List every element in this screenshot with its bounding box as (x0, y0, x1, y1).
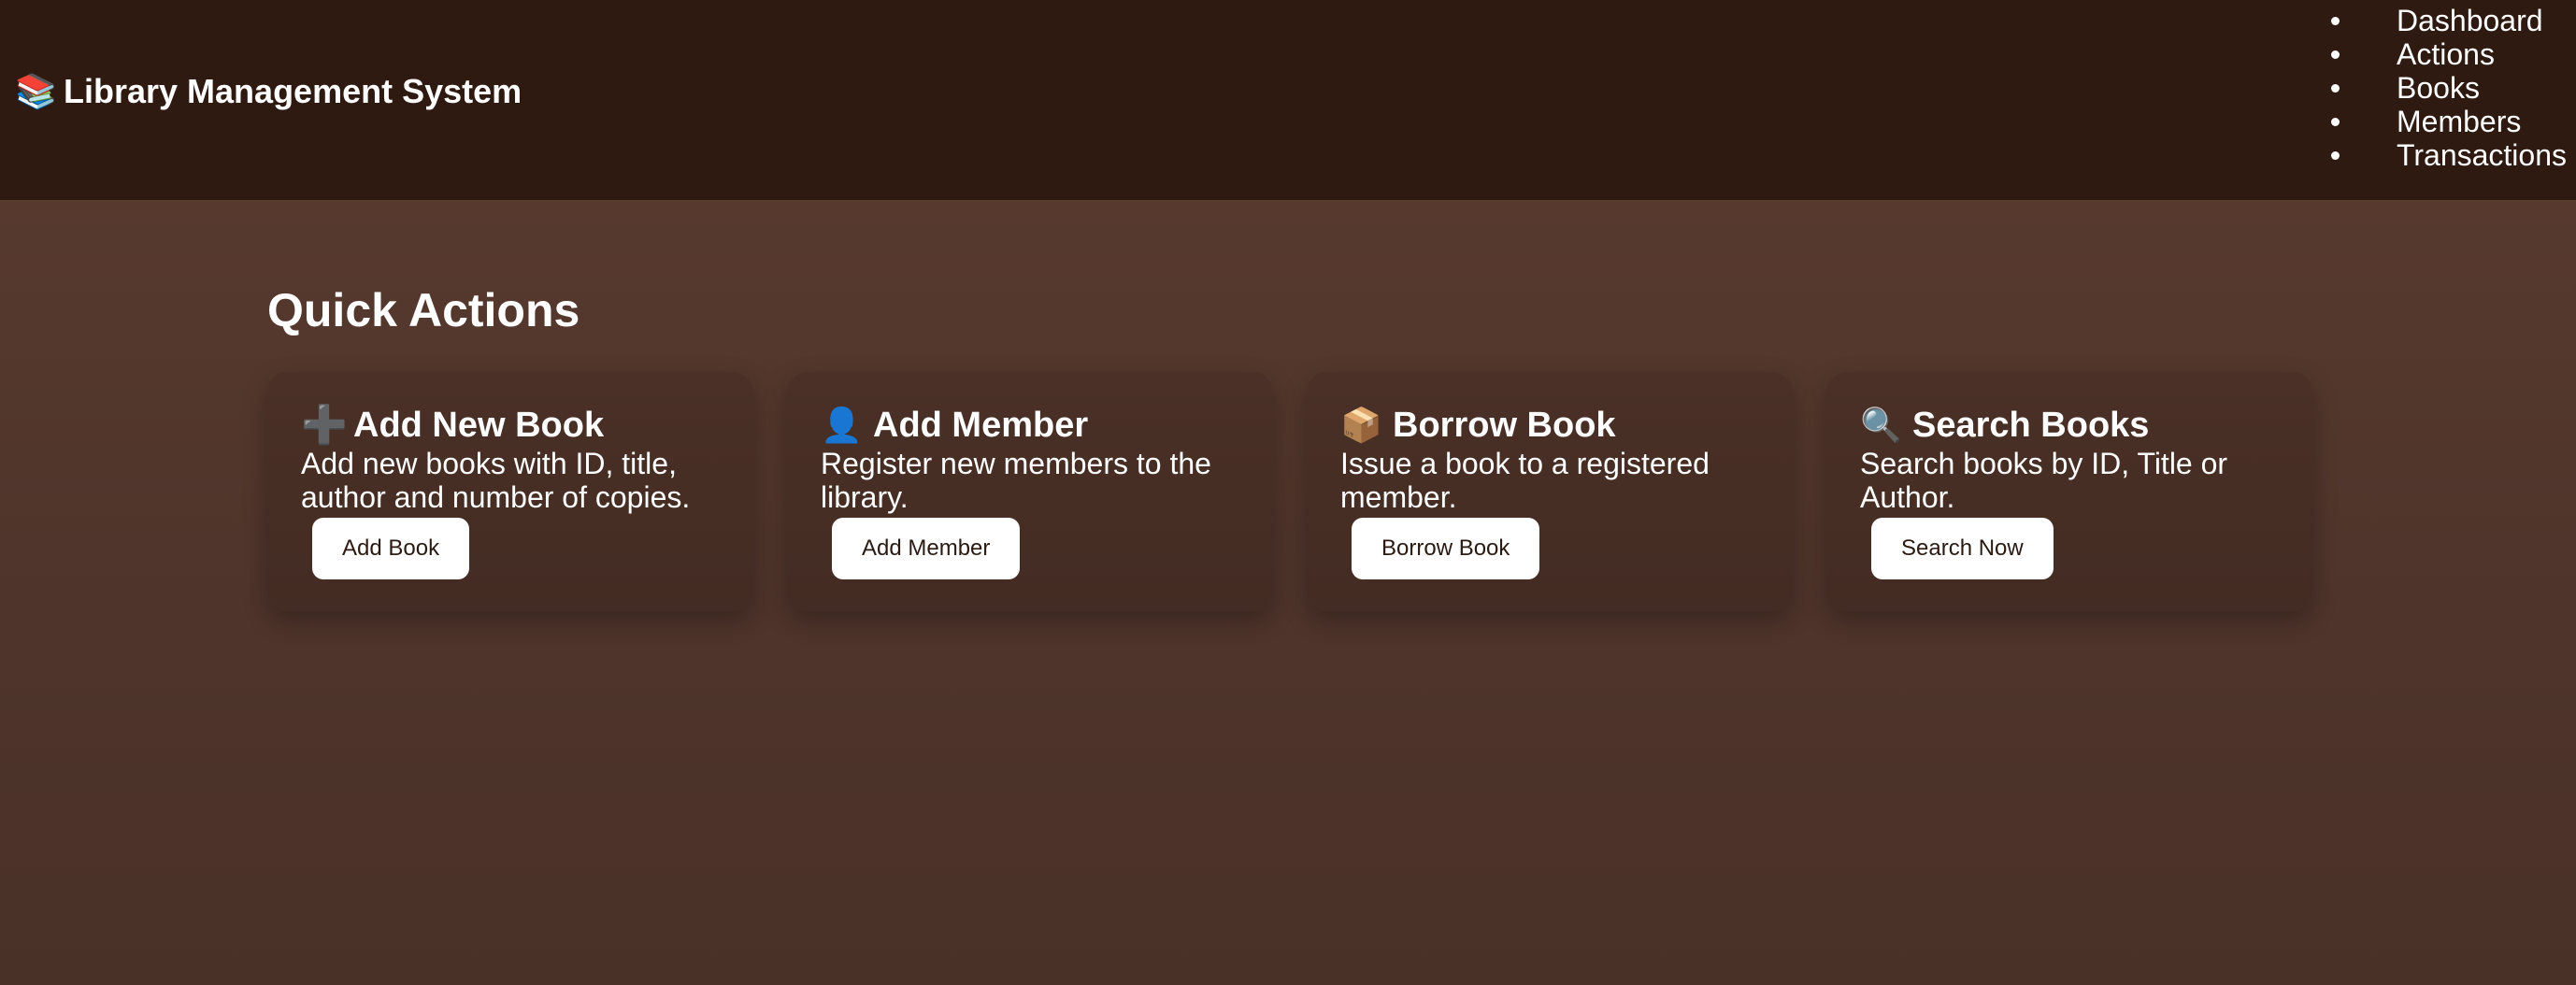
card-description: Search books by ID, Title or Author. (1860, 447, 2228, 514)
card-title: 📦 Borrow Book (1340, 404, 1759, 447)
nav-item-actions[interactable]: Actions (2327, 37, 2567, 71)
package-icon: 📦 (1340, 406, 1382, 444)
app-title: Library Management System (64, 72, 522, 110)
section-title: Quick Actions (267, 284, 580, 336)
card-description: Add new books with ID, title, author and… (301, 447, 691, 514)
card-search-books: 🔍 Search Books Search books by ID, Title… (1826, 372, 2312, 611)
card-title-text: Add New Book (353, 406, 605, 445)
card-title-text: Add Member (873, 406, 1089, 445)
card-borrow-book: 📦 Borrow Book Issue a book to a register… (1307, 372, 1793, 611)
brand[interactable]: 📚 Library Management System (15, 65, 522, 118)
card-title-text: Borrow Book (1393, 406, 1616, 445)
nav-item-members[interactable]: Members (2327, 105, 2567, 138)
nav-item-books[interactable]: Books (2327, 71, 2567, 105)
add-book-button[interactable]: Add Book (312, 518, 470, 579)
card-title-text: Search Books (1912, 406, 2150, 445)
top-header: 📚 Library Management System Dashboard Ac… (0, 0, 2576, 200)
add-member-button[interactable]: Add Member (832, 518, 1021, 579)
card-title: 🔍 Search Books (1860, 404, 2279, 447)
card-add-member: 👤 Add Member Register new members to the… (787, 372, 1273, 611)
card-description: Register new members to the library. (821, 447, 1211, 514)
nav-item-transactions[interactable]: Transactions (2327, 138, 2567, 172)
card-description: Issue a book to a registered member. (1340, 447, 1710, 514)
borrow-book-button[interactable]: Borrow Book (1352, 518, 1540, 579)
card-title: 👤 Add Member (821, 404, 1239, 447)
main-nav: Dashboard Actions Books Members Transact… (2327, 4, 2567, 172)
books-icon: 📚 (15, 72, 57, 110)
search-icon: 🔍 (1860, 406, 1902, 444)
search-now-button[interactable]: Search Now (1871, 518, 2054, 579)
person-icon: 👤 (821, 406, 863, 444)
nav-item-dashboard[interactable]: Dashboard (2327, 4, 2567, 37)
card-title: ➕ Add New Book (301, 404, 720, 447)
plus-icon: ➕ (301, 405, 348, 446)
card-add-new-book: ➕ Add New Book Add new books with ID, ti… (267, 372, 753, 611)
